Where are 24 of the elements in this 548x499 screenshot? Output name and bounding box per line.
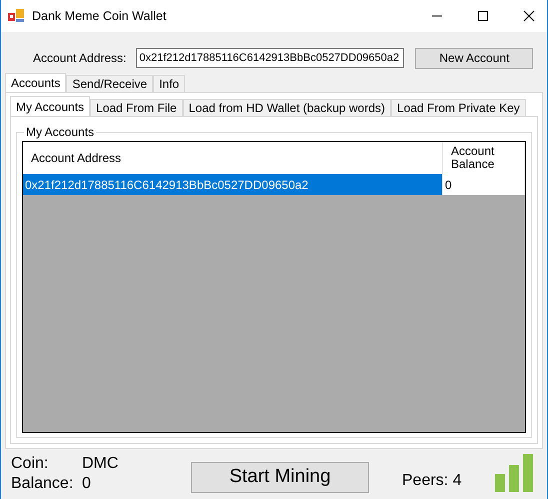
balance-value: 0 xyxy=(82,475,91,492)
peers-count: Peers: 4 xyxy=(402,472,462,490)
tab[interactable]: Load From Private Key xyxy=(391,99,526,116)
new-account-button[interactable]: New Account xyxy=(415,48,534,68)
maximize-icon[interactable] xyxy=(477,10,489,22)
tab[interactable]: Load From File xyxy=(90,99,183,116)
table-cell[interactable]: 0 xyxy=(443,174,525,195)
tab[interactable]: Info xyxy=(153,75,186,92)
start-mining-button[interactable]: Start Mining xyxy=(191,462,369,492)
close-icon[interactable] xyxy=(523,10,535,22)
tab[interactable]: Load from HD Wallet (backup words) xyxy=(182,99,392,116)
app-icon xyxy=(8,9,24,23)
address-field[interactable]: 0x21f212d17885116C6142913BbBc0527DD09650a2 xyxy=(136,48,404,68)
table-cell[interactable]: 0x21f212d17885116C6142913BbBc0527DD09650a2 xyxy=(23,174,443,195)
tab[interactable]: My Accounts xyxy=(10,96,90,116)
address-label: Account Address: xyxy=(33,51,126,65)
window-title: Dank Meme Coin Wallet xyxy=(32,9,166,23)
tab[interactable]: Accounts xyxy=(5,73,66,92)
coin-label: Coin: xyxy=(11,455,50,473)
signal-icon xyxy=(495,454,535,492)
coin-value: DMC xyxy=(82,455,118,472)
balance-label: Balance: xyxy=(11,475,74,493)
group-title: My Accounts xyxy=(25,125,96,139)
tab[interactable]: Send/Receive xyxy=(66,75,154,92)
